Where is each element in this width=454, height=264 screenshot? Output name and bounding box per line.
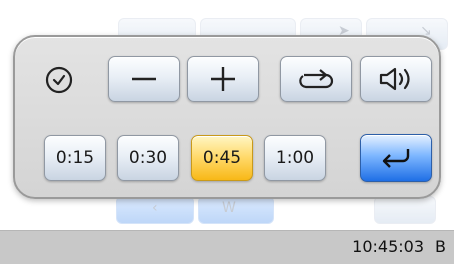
- status-time: 10:45:03: [352, 237, 424, 256]
- background-glyph-icon: W: [222, 200, 236, 216]
- background-button: [198, 196, 274, 224]
- repeat-button[interactable]: [280, 56, 352, 102]
- duration-popup: 0:15 0:30 0:45 1:00: [13, 35, 441, 199]
- decrease-button[interactable]: [108, 56, 180, 102]
- time-option-0-45[interactable]: 0:45: [191, 135, 253, 181]
- speaker-icon: [376, 65, 416, 93]
- confirm-button[interactable]: [360, 134, 432, 182]
- background-glyph-icon: ‹: [152, 200, 158, 216]
- return-icon: [376, 144, 416, 172]
- clock-icon: [44, 65, 74, 95]
- background-button: [374, 196, 436, 224]
- time-option-0-30[interactable]: 0:30: [117, 135, 179, 181]
- volume-button[interactable]: [360, 56, 432, 102]
- status-indicator: B: [435, 237, 446, 256]
- status-bar: 10:45:03 B: [0, 230, 454, 264]
- repeat-icon: [296, 66, 336, 92]
- increase-button[interactable]: [187, 56, 259, 102]
- time-option-0-15[interactable]: 0:15: [44, 135, 106, 181]
- time-option-1-00[interactable]: 1:00: [264, 135, 326, 181]
- plus-icon: [208, 64, 238, 94]
- minus-icon: [129, 64, 159, 94]
